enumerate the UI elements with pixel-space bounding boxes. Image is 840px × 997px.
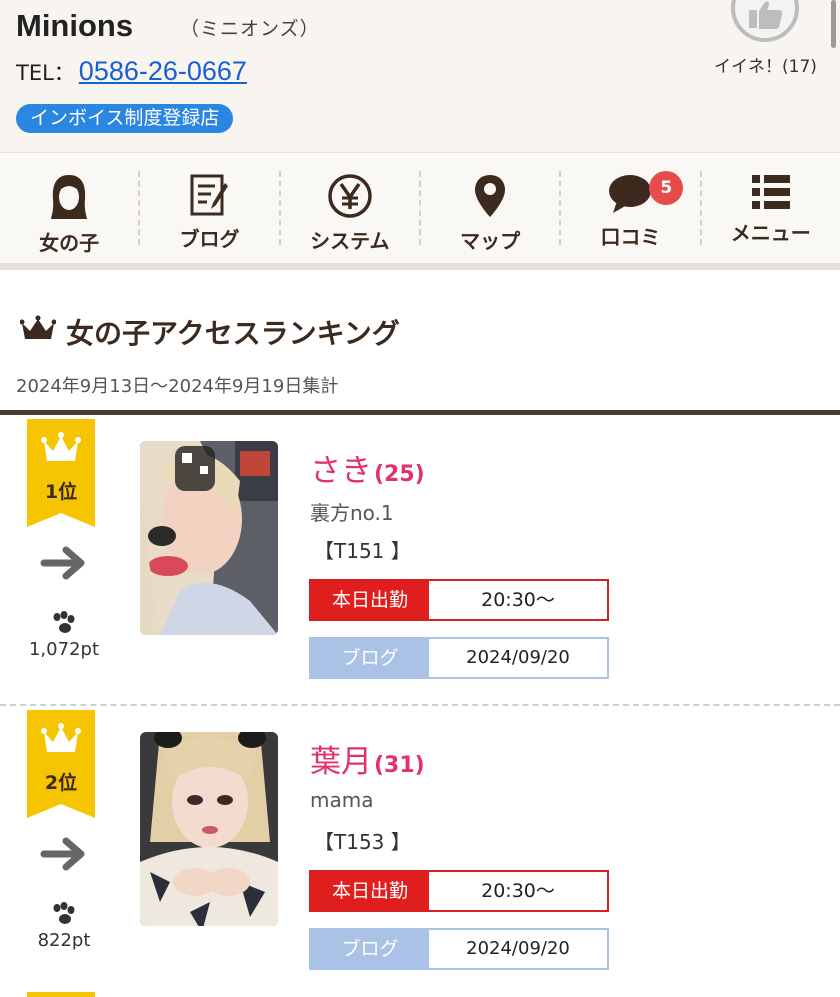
nav-label-girls: 女の子 — [39, 231, 100, 255]
blog-date: 2024/09/20 — [429, 930, 607, 968]
crown-icon — [41, 432, 81, 461]
paw-icon — [49, 611, 79, 641]
tel-row: TEL： 0586-26-0667 — [16, 56, 247, 87]
invoice-badge: インボイス制度登録店 — [16, 104, 234, 133]
nav-label-menu: メニュー — [730, 221, 811, 245]
points-label: 822pt — [37, 930, 91, 951]
arrow-right-icon — [40, 836, 88, 876]
ranking-entry: 1位 1,072pt さき (25) 裏方no.1 【T151 】 本日出勤 2… — [0, 415, 840, 703]
nav-item-map[interactable]: マップ — [421, 171, 562, 253]
girl-name-text[interactable]: さき — [310, 445, 372, 490]
work-today-tag: 本日出勤 — [311, 872, 429, 910]
girl-name[interactable]: さき (25) — [310, 445, 425, 490]
yen-icon — [324, 173, 376, 219]
tel-prefix: TEL： — [16, 61, 75, 85]
nav-item-system[interactable]: システム — [281, 171, 421, 253]
speech-bubble-icon — [604, 173, 656, 215]
rank-label: 2位 — [44, 772, 78, 794]
nav-label-system: システム — [310, 229, 390, 253]
arrow-right-icon — [40, 545, 88, 585]
girl-spec: 【T153 】 — [314, 830, 411, 854]
rank-ribbon: 1位 — [27, 419, 95, 527]
blog-row[interactable]: ブログ 2024/09/20 — [309, 928, 609, 970]
like-button[interactable]: イイネ！(17) — [714, 0, 824, 78]
nav-item-reviews[interactable]: 口コミ 5 — [561, 171, 702, 249]
nav-label-blog: ブログ — [179, 227, 240, 251]
tel-link[interactable]: 0586-26-0667 — [79, 56, 247, 87]
work-today-tag: 本日出勤 — [311, 581, 429, 619]
girl-photo[interactable] — [140, 441, 278, 635]
ranking-title: 女の子アクセスランキング — [19, 312, 400, 352]
blog-tag: ブログ — [311, 639, 429, 677]
map-pin-icon — [464, 173, 516, 219]
shop-kana: （ミニオンズ） — [180, 18, 320, 40]
girl-name-text[interactable]: 葉月 — [310, 736, 372, 781]
shop-header: Minions （ミニオンズ） TEL： 0586-26-0667 インボイス制… — [0, 0, 840, 152]
crown-icon — [41, 723, 81, 752]
points-label: 1,072pt — [28, 639, 99, 660]
rank-ribbon-next — [27, 992, 95, 997]
girl-photo[interactable] — [140, 732, 278, 926]
ranking-title-text: 女の子アクセスランキング — [66, 317, 400, 350]
girl-name[interactable]: 葉月 (31) — [310, 736, 425, 781]
schedule-row[interactable]: 本日出勤 20:30～ — [309, 579, 609, 621]
girl-age: (25) — [374, 462, 425, 487]
reviews-count-badge: 5 — [649, 171, 684, 205]
girl-catchphrase: mama — [310, 788, 374, 812]
work-time: 20:30～ — [429, 872, 607, 910]
thumbs-up-icon[interactable] — [731, 0, 799, 42]
nav-item-menu[interactable]: メニュー — [702, 171, 840, 245]
paw-icon — [49, 902, 79, 932]
girl-spec: 【T151 】 — [314, 539, 411, 563]
like-count-label: イイネ！(17) — [714, 57, 817, 77]
nav-label-reviews: 口コミ — [600, 225, 661, 249]
ranking-period: 2024年9月13日～2024年9月19日集計 — [16, 376, 339, 397]
schedule-row[interactable]: 本日出勤 20:30～ — [309, 870, 609, 912]
main-nav: 女の子 ブログ システム マップ 口コミ 5 メニュー — [0, 152, 840, 270]
nav-item-girls[interactable]: 女の子 — [0, 171, 141, 255]
scrollbar[interactable] — [831, 0, 836, 48]
work-time: 20:30～ — [429, 581, 607, 619]
nav-item-blog[interactable]: ブログ — [140, 171, 281, 251]
blog-row[interactable]: ブログ 2024/09/20 — [309, 637, 609, 679]
shop-name: Minions — [16, 8, 134, 43]
girl-age: (31) — [374, 753, 425, 778]
crown-icon — [19, 315, 57, 350]
list-icon — [745, 173, 797, 211]
blog-icon — [183, 173, 235, 217]
rank-label: 1位 — [44, 481, 78, 503]
girl-icon — [43, 173, 95, 221]
rank-ribbon: 2位 — [27, 710, 95, 818]
girl-catchphrase: 裏方no.1 — [310, 501, 394, 525]
nav-label-map: マップ — [460, 229, 521, 253]
blog-tag: ブログ — [311, 930, 429, 968]
blog-date: 2024/09/20 — [429, 639, 607, 677]
ranking-entry: 2位 822pt 葉月 (31) mama 【T153 】 本日出勤 20:30… — [0, 704, 840, 992]
